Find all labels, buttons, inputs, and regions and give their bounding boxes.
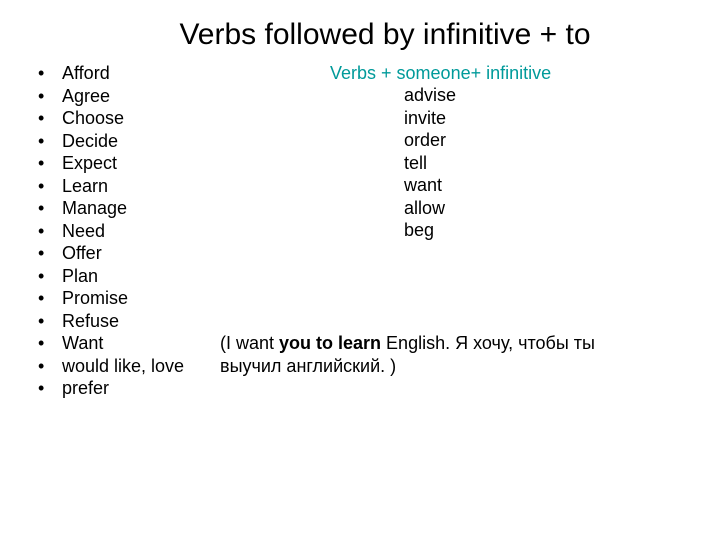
bullet-icon: • [38,310,62,333]
verb-text: Refuse [62,310,119,333]
verb-text: Decide [62,130,118,153]
list-item: •Want [38,332,238,355]
verb-text: Learn [62,175,108,198]
verb-text: Want [62,332,103,355]
verb-text: prefer [62,377,109,400]
bullet-icon: • [38,265,62,288]
bullet-icon: • [38,377,62,400]
verb-text: Offer [62,242,102,265]
verb-text: Promise [62,287,128,310]
bullet-icon: • [38,287,62,310]
list-item: •Plan [38,265,238,288]
list-item: •Expect [38,152,238,175]
bullet-icon: • [38,332,62,355]
bullet-icon: • [38,197,62,220]
verb-text: Plan [62,265,98,288]
list-item: •Choose [38,107,238,130]
list-item: •Refuse [38,310,238,333]
list-item: •Offer [38,242,238,265]
list-item: •Learn [38,175,238,198]
list-item: •Agree [38,85,238,108]
bullet-icon: • [38,355,62,378]
verb-text: tell [404,152,456,175]
example-open: (I want [220,333,279,353]
verb-text: Afford [62,62,110,85]
list-item: •Promise [38,287,238,310]
verb-text: advise [404,84,456,107]
verb-text: Need [62,220,105,243]
verb-text: Expect [62,152,117,175]
list-item: •Manage [38,197,238,220]
slide-title: Verbs followed by infinitive + to [0,18,720,52]
bullet-icon: • [38,62,62,85]
bullet-icon: • [38,220,62,243]
verb-text: allow [404,197,456,220]
verb-text: want [404,174,456,197]
bullet-icon: • [38,242,62,265]
bullet-icon: • [38,130,62,153]
verb-text: would like, love [62,355,184,378]
list-item: •Need [38,220,238,243]
left-verb-list: •Afford •Agree •Choose •Decide •Expect •… [38,62,238,400]
list-item: • prefer [38,377,238,400]
bullet-icon: • [38,85,62,108]
right-column-heading: Verbs + someone+ infinitive [330,62,551,85]
bullet-icon: • [38,175,62,198]
list-item: •would like, love [38,355,238,378]
verb-text: invite [404,107,456,130]
verb-text: Choose [62,107,124,130]
example-sentence: (I want you to learn English. Я хочу, чт… [220,332,660,377]
list-item: •Afford [38,62,238,85]
example-bold: you to learn [279,333,381,353]
right-verb-list: advise invite order tell want allow beg [404,84,456,242]
list-item: •Decide [38,130,238,153]
verb-text: order [404,129,456,152]
verb-text: beg [404,219,456,242]
verb-text: Manage [62,197,127,220]
verb-text: Agree [62,85,110,108]
bullet-icon: • [38,152,62,175]
bullet-icon: • [38,107,62,130]
